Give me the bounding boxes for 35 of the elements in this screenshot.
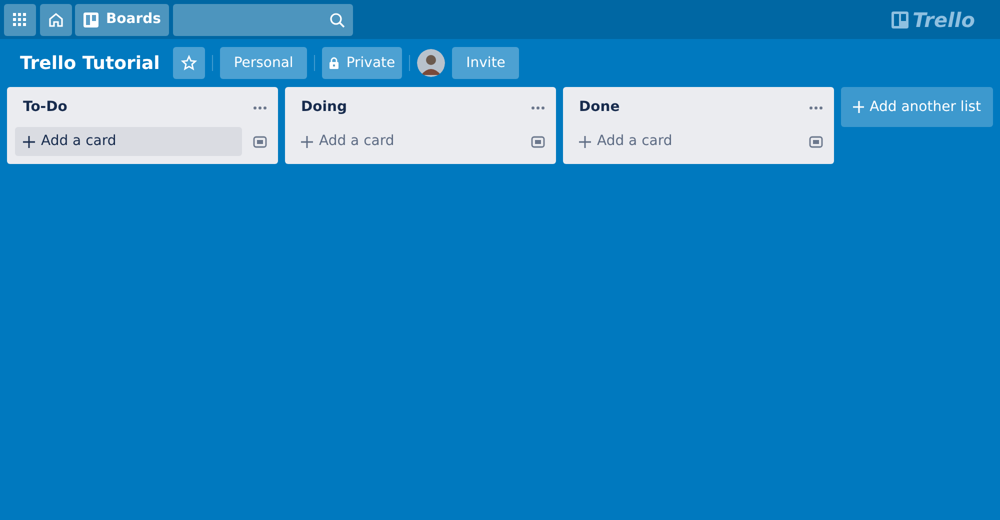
add-card-button[interactable]: Add a card [571,127,798,156]
invite-button[interactable]: Invite [452,47,520,79]
search-icon [328,12,344,28]
apps-menu-button[interactable] [4,4,36,36]
template-icon [252,134,266,148]
template-icon [808,134,822,148]
logo-text: Trello [912,6,975,34]
add-card-button[interactable]: Add a card [293,127,520,156]
team-button[interactable]: Personal [220,47,308,79]
list-title: Doing [300,98,348,117]
more-icon [808,106,822,110]
visibility-button[interactable]: Private [322,47,402,79]
logo-icon [891,10,910,28]
plus-icon [853,101,864,113]
home-icon [48,12,64,28]
list-title: Done [578,98,621,117]
add-list-button[interactable]: Add another list [841,87,993,127]
grid-icon [13,12,27,26]
plus-icon [579,136,591,148]
plus-icon [23,136,35,148]
lock-icon [329,57,340,69]
add-card-button[interactable]: Add a card [15,127,242,156]
star-button[interactable] [172,47,205,79]
home-button[interactable] [40,4,72,36]
template-icon [530,134,544,148]
more-icon [530,106,544,110]
boards-button[interactable]: Boards [75,4,169,36]
board-icon [83,12,99,28]
avatar [417,49,446,77]
search-field[interactable] [172,4,352,36]
plus-icon [301,136,313,148]
star-icon [180,55,197,71]
board-title: Trello Tutorial [20,52,160,76]
more-icon [252,106,266,110]
list-title: To-Do [22,98,68,117]
